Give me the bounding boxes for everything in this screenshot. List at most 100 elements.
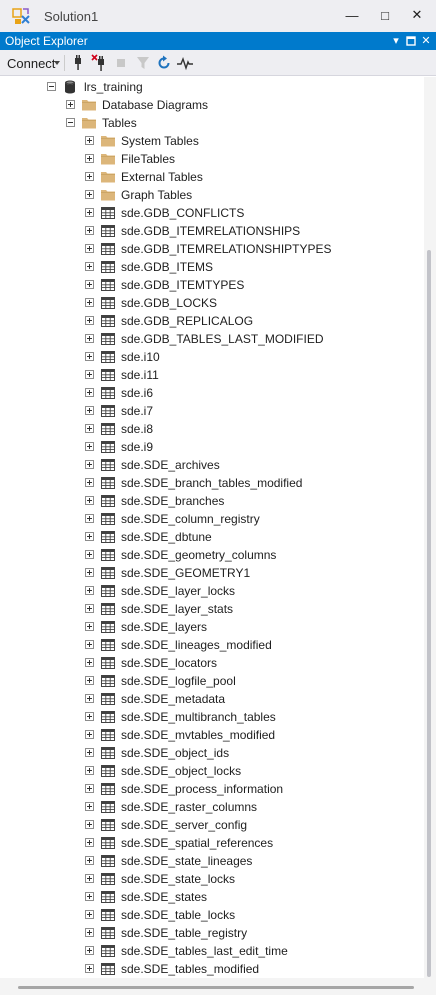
filter-icon[interactable] <box>135 54 151 72</box>
tree-node-table[interactable]: sde.SDE_layer_stats <box>0 600 424 618</box>
tree-node-table[interactable]: sde.SDE_raster_columns <box>0 798 424 816</box>
expand-icon[interactable] <box>85 532 94 541</box>
tree-node-table[interactable]: sde.GDB_REPLICALOG <box>0 312 424 330</box>
tree-node-database-diagrams[interactable]: Database Diagrams <box>0 96 424 114</box>
expand-icon[interactable] <box>85 280 94 289</box>
horizontal-scrollbar[interactable] <box>0 978 436 995</box>
tree-node-table[interactable]: sde.SDE_GEOMETRY1 <box>0 564 424 582</box>
activity-monitor-icon[interactable] <box>177 54 193 72</box>
tree-node-table[interactable]: sde.SDE_tables_modified <box>0 960 424 978</box>
tree-node-table[interactable]: sde.SDE_table_locks <box>0 906 424 924</box>
expand-icon[interactable] <box>85 712 94 721</box>
object-explorer-tree[interactable]: lrs_training Database Diagrams Tables Syste… <box>0 77 424 978</box>
tree-node-table[interactable]: sde.i6 <box>0 384 424 402</box>
expand-icon[interactable] <box>85 856 94 865</box>
expand-icon[interactable] <box>85 334 94 343</box>
close-button[interactable]: ✕ <box>405 4 429 26</box>
tree-node-table[interactable]: sde.i10 <box>0 348 424 366</box>
minimize-button[interactable]: — <box>340 4 364 26</box>
expand-icon[interactable] <box>85 676 94 685</box>
expand-icon[interactable] <box>85 928 94 937</box>
connect-dropdown-button[interactable]: Connect <box>7 56 55 71</box>
expand-icon[interactable] <box>85 370 94 379</box>
expand-icon[interactable] <box>85 550 94 559</box>
expand-icon[interactable] <box>85 694 94 703</box>
tree-node-table[interactable]: sde.SDE_states <box>0 888 424 906</box>
expand-icon[interactable] <box>85 388 94 397</box>
maximize-button[interactable]: □ <box>373 4 397 26</box>
tree-node-table[interactable]: sde.SDE_locators <box>0 654 424 672</box>
expand-icon[interactable] <box>85 136 94 145</box>
expand-icon[interactable] <box>85 316 94 325</box>
tree-node-table[interactable]: sde.i9 <box>0 438 424 456</box>
tree-node-table[interactable]: sde.SDE_mvtables_modified <box>0 726 424 744</box>
tree-node-table[interactable]: sde.GDB_CONFLICTS <box>0 204 424 222</box>
tree-node-table[interactable]: sde.SDE_archives <box>0 456 424 474</box>
tree-node-table[interactable]: sde.SDE_column_registry <box>0 510 424 528</box>
horizontal-scrollbar-thumb[interactable] <box>18 986 414 989</box>
expand-icon[interactable] <box>85 892 94 901</box>
tree-node-table[interactable]: sde.SDE_dbtune <box>0 528 424 546</box>
stop-icon[interactable] <box>113 54 129 72</box>
expand-icon[interactable] <box>85 838 94 847</box>
tree-node-table[interactable]: sde.SDE_server_config <box>0 816 424 834</box>
expand-icon[interactable] <box>85 910 94 919</box>
tree-node-table[interactable]: sde.SDE_layer_locks <box>0 582 424 600</box>
collapse-icon[interactable] <box>66 118 75 127</box>
tree-node-table[interactable]: sde.GDB_LOCKS <box>0 294 424 312</box>
expand-icon[interactable] <box>85 262 94 271</box>
tree-node-table[interactable]: sde.SDE_state_lineages <box>0 852 424 870</box>
tree-node-table[interactable]: sde.GDB_ITEMRELATIONSHIPTYPES <box>0 240 424 258</box>
tree-node-table[interactable]: sde.SDE_process_information <box>0 780 424 798</box>
expand-icon[interactable] <box>85 208 94 217</box>
expand-icon[interactable] <box>85 946 94 955</box>
panel-dropdown-button[interactable]: ▾ <box>389 33 403 48</box>
expand-icon[interactable] <box>85 244 94 253</box>
tree-node-database[interactable]: lrs_training <box>0 78 424 96</box>
expand-icon[interactable] <box>85 964 94 973</box>
expand-icon[interactable] <box>85 658 94 667</box>
expand-icon[interactable] <box>85 298 94 307</box>
expand-icon[interactable] <box>85 622 94 631</box>
expand-icon[interactable] <box>85 190 94 199</box>
expand-icon[interactable] <box>85 802 94 811</box>
expand-icon[interactable] <box>85 820 94 829</box>
expand-icon[interactable] <box>85 766 94 775</box>
tree-node-tables[interactable]: Tables <box>0 114 424 132</box>
connect-plug-icon[interactable] <box>70 54 86 72</box>
tree-node-table[interactable]: sde.GDB_TABLES_LAST_MODIFIED <box>0 330 424 348</box>
expand-icon[interactable] <box>85 496 94 505</box>
vertical-scrollbar-thumb[interactable] <box>427 250 431 977</box>
expand-icon[interactable] <box>85 586 94 595</box>
tree-node-table[interactable]: sde.SDE_branches <box>0 492 424 510</box>
tree-node-table[interactable]: sde.SDE_layers <box>0 618 424 636</box>
expand-icon[interactable] <box>85 784 94 793</box>
tree-node-table[interactable]: sde.i11 <box>0 366 424 384</box>
expand-icon[interactable] <box>85 730 94 739</box>
tree-node-table[interactable]: sde.SDE_logfile_pool <box>0 672 424 690</box>
vertical-scrollbar[interactable] <box>424 77 436 978</box>
tree-node-table[interactable]: sde.SDE_state_locks <box>0 870 424 888</box>
expand-icon[interactable] <box>85 154 94 163</box>
expand-icon[interactable] <box>85 640 94 649</box>
expand-icon[interactable] <box>85 406 94 415</box>
tree-node-folder[interactable]: FileTables <box>0 150 424 168</box>
tree-node-table[interactable]: sde.SDE_lineages_modified <box>0 636 424 654</box>
tree-node-table[interactable]: sde.GDB_ITEMS <box>0 258 424 276</box>
refresh-icon[interactable] <box>156 54 172 72</box>
tree-node-table[interactable]: sde.SDE_multibranch_tables <box>0 708 424 726</box>
expand-icon[interactable] <box>85 874 94 883</box>
tree-node-table[interactable]: sde.SDE_tables_last_edit_time <box>0 942 424 960</box>
tree-node-folder[interactable]: Graph Tables <box>0 186 424 204</box>
expand-icon[interactable] <box>85 604 94 613</box>
tree-node-table[interactable]: sde.SDE_object_locks <box>0 762 424 780</box>
expand-icon[interactable] <box>85 568 94 577</box>
tree-node-folder[interactable]: External Tables <box>0 168 424 186</box>
expand-icon[interactable] <box>66 100 75 109</box>
tree-node-table[interactable]: sde.SDE_geometry_columns <box>0 546 424 564</box>
tree-node-table[interactable]: sde.SDE_table_registry <box>0 924 424 942</box>
expand-icon[interactable] <box>85 514 94 523</box>
tree-node-table[interactable]: sde.SDE_branch_tables_modified <box>0 474 424 492</box>
chevron-down-icon[interactable] <box>54 61 60 65</box>
disconnect-icon[interactable] <box>91 54 107 72</box>
